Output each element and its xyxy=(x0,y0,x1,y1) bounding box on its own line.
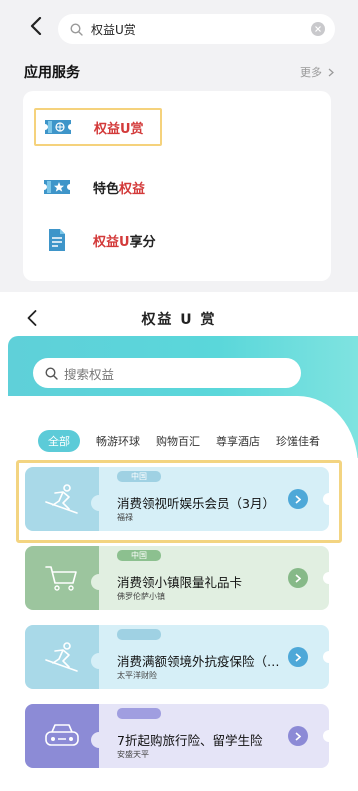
rights-search-input[interactable]: 搜索权益 xyxy=(33,358,301,388)
coupon-edge-notch xyxy=(323,651,329,663)
coupon-merchant: 佛罗伦萨小镇 xyxy=(117,592,165,601)
coupon-notch xyxy=(91,574,107,590)
search-query: 权益U赏 xyxy=(91,22,136,37)
section-title: 应用服务 xyxy=(24,65,80,81)
tab-global-travel[interactable]: 畅游环球 xyxy=(96,433,140,449)
chevron-left-icon xyxy=(30,17,42,35)
document-icon xyxy=(43,226,71,254)
coupon-merchant: 太平洋财险 xyxy=(117,671,157,680)
coupon-merchant: 安盛天平 xyxy=(117,750,149,759)
tab-cuisine[interactable]: 珍馐佳肴 xyxy=(276,433,320,449)
app-services-card: 权益U赏 特色权益 权益U享分 xyxy=(23,91,331,281)
close-icon xyxy=(315,26,321,32)
more-link[interactable]: 更多 xyxy=(300,64,334,80)
coupon-edge-notch xyxy=(323,572,329,584)
service-label-part: 权益 xyxy=(119,181,146,197)
coupon-title: 消费领小镇限量礼品卡 xyxy=(117,575,243,590)
chevron-right-icon xyxy=(295,573,301,583)
car-icon xyxy=(25,704,99,768)
shopping-cart-icon xyxy=(25,546,99,610)
coupon-notch xyxy=(91,732,107,748)
chevron-right-icon xyxy=(328,68,334,76)
coupon-card[interactable]: 7折起购旅行险、留学生险 安盛天平 xyxy=(25,704,329,768)
tab-hotels[interactable]: 尊享酒店 xyxy=(216,433,260,449)
category-tabs: 全部 畅游环球 购物百汇 尊享酒店 珍馐佳肴 xyxy=(38,430,336,452)
back-button[interactable] xyxy=(24,14,48,38)
service-label: 权益U享分 xyxy=(93,231,156,250)
rights-screen: 权益 U 赏 搜索权益 全部 畅游环球 购物百汇 尊享酒店 珍馐佳肴 中国 消费… xyxy=(0,300,358,791)
go-arrow-button[interactable] xyxy=(288,568,308,588)
coupon-notch xyxy=(91,653,107,669)
tab-shopping[interactable]: 购物百汇 xyxy=(156,433,200,449)
coupon-title: 7折起购旅行险、留学生险 xyxy=(117,733,263,748)
service-item-featured-rights[interactable]: 特色权益 xyxy=(35,168,145,206)
coupon-card[interactable]: 中国 消费领小镇限量礼品卡 佛罗伦萨小镇 xyxy=(25,546,329,610)
globe-ticket-icon xyxy=(44,113,72,141)
coupon-title: 消费满额领境外抗疫保险（1… xyxy=(117,654,285,669)
service-label-part: 特色 xyxy=(93,181,120,197)
service-label-part: 权益U赏 xyxy=(94,121,144,137)
service-item-rights-u-points[interactable]: 权益U享分 xyxy=(35,221,156,259)
skiing-icon xyxy=(25,625,99,689)
page-title: 权益 U 赏 xyxy=(141,312,217,328)
region-badge xyxy=(117,629,161,640)
service-item-rights-u-reward[interactable]: 权益U赏 xyxy=(34,108,162,146)
star-ticket-icon xyxy=(43,173,71,201)
search-placeholder: 搜索权益 xyxy=(64,366,115,382)
chevron-right-icon xyxy=(295,731,301,741)
go-arrow-button[interactable] xyxy=(288,647,308,667)
service-label: 权益U赏 xyxy=(94,118,144,137)
service-label-part: 享分 xyxy=(129,234,156,250)
search-icon xyxy=(45,366,58,380)
region-badge xyxy=(117,708,161,719)
service-label: 特色权益 xyxy=(93,178,145,197)
selection-highlight xyxy=(16,460,342,543)
coupon-card[interactable]: 消费满额领境外抗疫保险（1… 太平洋财险 xyxy=(25,625,329,689)
search-input[interactable]: 权益U赏 xyxy=(58,14,335,44)
region-badge: 中国 xyxy=(117,550,161,561)
coupon-edge-notch xyxy=(323,730,329,742)
more-label: 更多 xyxy=(300,66,322,79)
go-arrow-button[interactable] xyxy=(288,726,308,746)
clear-search-button[interactable] xyxy=(311,22,325,36)
service-label-part: 权益U xyxy=(93,234,130,250)
chevron-right-icon xyxy=(295,652,301,662)
search-results-panel: 权益U赏 应用服务 更多 权益U赏 特色权益 权益U享分 xyxy=(0,0,358,292)
tab-all[interactable]: 全部 xyxy=(38,430,80,452)
search-icon xyxy=(70,22,83,36)
